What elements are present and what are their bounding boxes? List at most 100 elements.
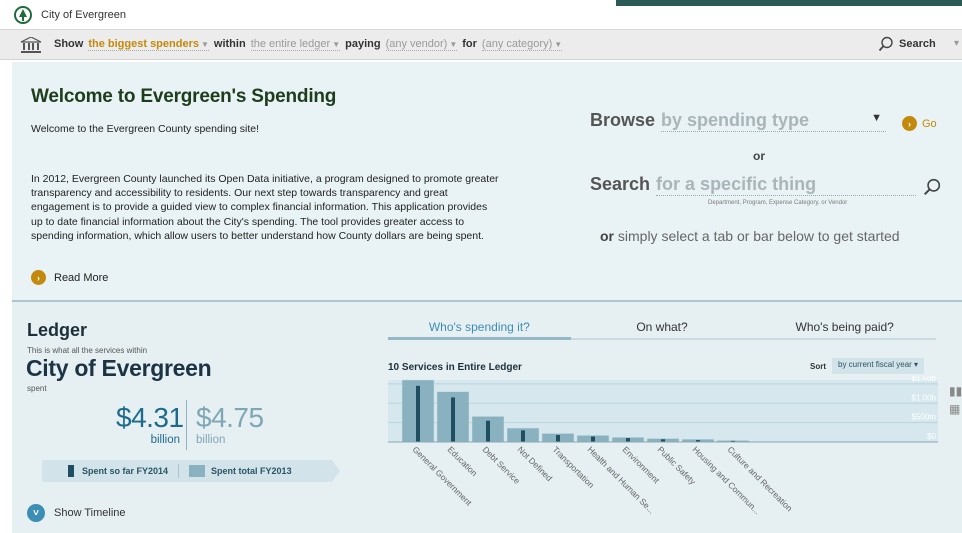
table-icon[interactable]: ▦ [949,400,962,418]
legend-previous: Spent total FY2013 [211,466,292,476]
y-tick-label: $0 [927,432,936,441]
select-tab-hint: or simply select a tab or bar below to g… [600,228,900,244]
show-dropdown[interactable]: the biggest spenders ▼ [88,38,209,51]
bar-current [416,385,420,442]
chart-legend: Spent so far FY2014 Spent total FY2013 [42,460,340,482]
search-placeholder: for a specific thing [656,174,817,194]
welcome-heading: Welcome to Evergreen's Spending [31,86,337,107]
for-dropdown[interactable]: (any category) ▼ [481,38,563,51]
chevron-right-icon: › [902,116,917,131]
x-tick-label: Culture and Recreation [726,444,795,513]
specific-search-input[interactable]: for a specific thing [656,174,917,196]
browse-dropdown-value: by spending type [661,110,810,130]
amount-current-unit: billion [150,434,180,446]
search-keyword: Search [590,174,651,194]
amount-previous: $4.75 [196,402,264,433]
amount-current: $4.31 [116,402,184,433]
filter-bar: Show the biggest spenders ▼ within the en… [0,30,962,60]
select-tab-text: simply select a tab or bar below to get … [614,228,900,244]
sort-label: Sort [810,362,826,371]
ledger-subline: This is what all the services within [27,346,148,355]
sort-dropdown-value: by current fiscal year [838,360,912,369]
twitter-icon[interactable]: ▾ [954,38,959,49]
welcome-lead: Welcome to the Evergreen County spending… [31,123,260,135]
sort-dropdown[interactable]: by current fiscal year ▾ [832,358,925,374]
tab-on-what[interactable]: On what? [570,320,754,340]
x-tick-label: Housing and Commun... [691,444,763,516]
legend-swatch-previous [189,465,206,477]
search-icon[interactable] [923,178,941,201]
tab-whos-spending[interactable]: Who's spending it? [388,320,571,340]
search-hint: Department, Program, Expense Category, o… [708,200,848,206]
show-dropdown-value: the biggest spenders [88,38,199,50]
go-label: Go [922,117,937,130]
bank-icon [20,36,42,56]
browse-dropdown[interactable]: by spending type ▼ [661,110,887,132]
search-row: Search for a specific thing [590,174,917,196]
ledger-panel: Ledger This is what all the services wit… [12,302,962,533]
bar-current [521,430,525,442]
legend-current: Spent so far FY2014 [82,466,169,476]
read-more-link[interactable]: › Read More [31,270,108,285]
for-dropdown-value: (any category) [481,38,553,50]
show-timeline-button[interactable]: ˅ Show Timeline [27,504,126,522]
view-tabs: Who's spending it? On what? Who's being … [388,320,937,340]
bar-current [451,397,455,442]
plot-background [388,380,938,442]
chevron-down-icon: ▼ [449,40,458,49]
show-timeline-label: Show Timeline [54,507,126,519]
chevron-down-icon: ▼ [332,40,341,49]
view-toggle: ▮▮ ▦ [949,382,962,418]
within-dropdown[interactable]: the entire ledger ▼ [250,38,341,51]
y-tick-label: $500m [912,413,937,422]
amount-previous-unit: billion [196,434,226,446]
search-button[interactable]: Search [878,36,936,52]
or-keyword: or [600,228,614,244]
read-more-label: Read More [54,271,109,284]
header-banner [616,0,962,6]
y-tick-label: $1.50b [912,376,937,383]
search-icon [878,36,893,52]
chevron-right-icon: › [31,270,46,285]
x-tick-label: General Government [411,444,475,508]
chevron-down-icon: ▾ [914,360,919,369]
search-label: Search [899,38,936,50]
amount-divider [186,400,187,450]
chevron-down-icon: ▼ [554,40,563,49]
app-title[interactable]: City of Evergreen [41,9,126,21]
chevron-down-icon: ▼ [871,112,883,124]
bar-chart-icon[interactable]: ▮▮ [949,382,962,400]
browse-row: Browse by spending type ▼ [590,110,887,132]
bar-current [626,438,630,442]
within-dropdown-value: the entire ledger [250,38,331,50]
legend-separator [178,464,180,478]
spent-label: spent [27,384,47,393]
paying-keyword: paying [345,38,381,50]
welcome-body: In 2012, Evergreen County launched its O… [31,173,499,242]
city-name: City of Evergreen [26,355,212,381]
legend-swatch-current [68,465,74,477]
or-divider: or [753,149,765,163]
chart-title: 10 Services in Entire Ledger [388,362,522,373]
services-bar-chart: $0 $500m $1.00b $1.50b General GovernmentEdu… [388,376,938,516]
y-tick-label: $1.00b [912,393,937,402]
chevron-down-icon: ˅ [27,504,45,522]
legend-arrow [332,460,340,482]
x-tick-label: Education [446,444,480,478]
top-bar: City of Evergreen [0,0,962,30]
welcome-panel: Welcome to Evergreen's Spending Welcome … [12,62,962,300]
browse-keyword: Browse [590,110,656,130]
bar-current [486,420,490,442]
within-keyword: within [213,38,246,50]
for-keyword: for [462,38,477,50]
ledger-heading: Ledger [27,320,88,340]
tree-logo-icon[interactable] [14,6,32,24]
bar-current [591,436,595,442]
paying-dropdown-value: (any vendor) [385,38,448,50]
x-tick-label: Health and Human Se... [586,444,657,515]
show-keyword: Show [54,38,84,50]
tab-whos-being-paid[interactable]: Who's being paid? [753,320,937,340]
paying-dropdown[interactable]: (any vendor) ▼ [385,38,458,51]
chevron-down-icon: ▼ [200,40,209,49]
go-button[interactable]: › Go [902,116,937,131]
